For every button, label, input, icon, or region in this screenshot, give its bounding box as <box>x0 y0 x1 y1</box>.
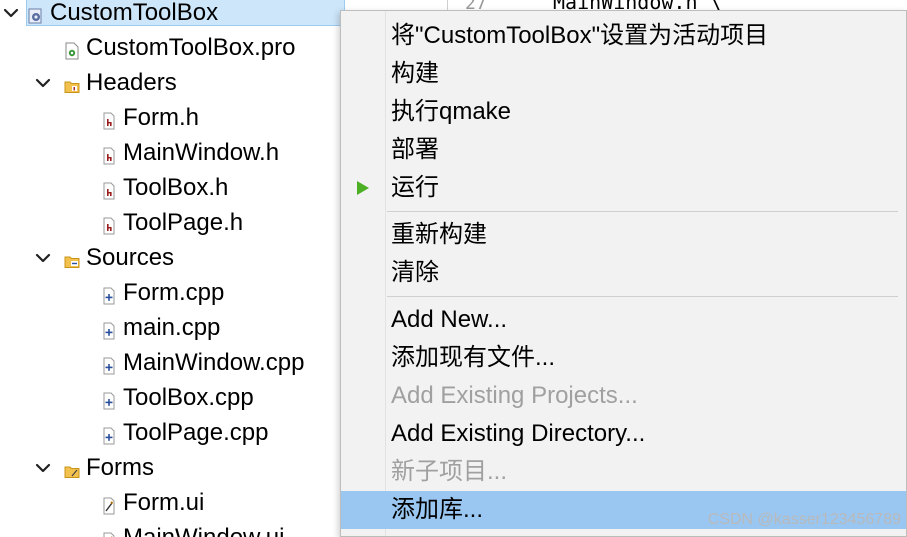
menu-item-label: 将"CustomToolBox"设置为活动项目 <box>391 22 769 49</box>
menu-item[interactable]: Add Existing Directory... <box>341 415 906 453</box>
context-menu: 将"CustomToolBox"设置为活动项目 构建执行qmake 部署运行重新构建… <box>340 10 907 537</box>
tree-item[interactable]: Sources <box>0 241 345 276</box>
chevron-down-icon[interactable] <box>32 457 54 479</box>
menu-item-label: 部署 <box>391 136 439 163</box>
menu-item: 新子项目... <box>341 453 906 491</box>
pro-file-icon <box>64 39 80 60</box>
tree-item[interactable]: MainWindow.ui <box>0 521 345 537</box>
tree-item[interactable]: MainWindow.cpp <box>0 346 345 381</box>
menu-item-label: Add New... <box>391 306 508 333</box>
tree-item[interactable]: main.cpp <box>0 311 345 346</box>
tree-item-label: MainWindow.h <box>123 139 280 166</box>
menu-item[interactable]: 添加现有文件... <box>341 339 906 377</box>
tree-item[interactable]: Form.cpp <box>0 276 345 311</box>
header-file-icon <box>101 144 117 165</box>
cpp-file-icon <box>101 354 117 375</box>
menu-item-label: 执行qmake <box>391 98 512 125</box>
tree-item-label: CustomToolBox.pro <box>86 34 296 61</box>
menu-item-label: 添加库... <box>391 496 484 523</box>
menu-item-label: 清除 <box>391 259 439 286</box>
sources-folder-icon <box>64 249 80 268</box>
tree-item[interactable]: CustomToolBox <box>0 0 345 31</box>
tree-item-label: Form.h <box>123 104 200 131</box>
tree-item[interactable]: MainWindow.h <box>0 136 345 171</box>
tree-item[interactable]: Form.ui <box>0 486 345 521</box>
menu-item[interactable]: Add New... <box>341 301 906 339</box>
menu-separator <box>387 211 898 212</box>
tree-item[interactable]: Form.h <box>0 101 345 136</box>
tree-item-label: ToolPage.h <box>123 209 244 236</box>
tree-item-label: CustomToolBox <box>50 0 219 26</box>
menu-item[interactable]: 运行 <box>341 169 906 207</box>
header-file-icon <box>101 214 117 235</box>
chevron-down-icon[interactable] <box>32 247 54 269</box>
menu-item[interactable]: 构建 <box>341 55 906 93</box>
project-icon <box>28 4 44 24</box>
tree-item-label: ToolBox.h <box>123 174 229 201</box>
chevron-down-icon[interactable] <box>32 72 54 94</box>
headers-folder-icon <box>64 74 80 93</box>
menu-item[interactable]: 执行qmake <box>341 93 906 131</box>
menu-item[interactable]: 将"CustomToolBox"设置为活动项目 <box>341 17 906 55</box>
tree-item-label: Form.cpp <box>123 279 225 306</box>
menu-item-label: 添加现有文件... <box>391 344 556 371</box>
tree-item[interactable]: ToolBox.cpp <box>0 381 345 416</box>
menu-item-label: 运行 <box>391 174 439 201</box>
cpp-file-icon <box>101 389 117 410</box>
ui-file-icon <box>101 494 117 515</box>
tree-item-label: ToolBox.cpp <box>123 384 254 411</box>
tree-item-label: main.cpp <box>123 314 221 341</box>
tree-item-label: MainWindow.cpp <box>123 349 305 376</box>
ui-file-icon <box>101 529 117 537</box>
cpp-file-icon <box>101 424 117 445</box>
tree-item-label: Headers <box>86 69 177 96</box>
tree-item[interactable]: CustomToolBox.pro <box>0 31 345 66</box>
tree-item-label: Form.ui <box>123 489 205 516</box>
menu-item-label: 构建 <box>391 60 439 87</box>
forms-folder-icon <box>64 459 80 478</box>
menu-item[interactable]: 部署 <box>341 131 906 169</box>
menu-item-label: 新子项目... <box>391 458 508 485</box>
tree-item[interactable]: ToolPage.cpp <box>0 416 345 451</box>
cpp-file-icon <box>101 284 117 305</box>
chevron-down-icon[interactable] <box>0 2 22 24</box>
tree-item-label: MainWindow.ui <box>123 522 284 537</box>
menu-item-label: Add Existing Directory... <box>391 420 646 447</box>
menu-item[interactable]: 重新构建 <box>341 216 906 254</box>
menu-item-label: 重新构建 <box>391 221 487 248</box>
cpp-file-icon <box>101 319 117 340</box>
menu-item[interactable]: 清除 <box>341 254 906 292</box>
menu-item: Add Existing Projects... <box>341 377 906 415</box>
header-file-icon <box>101 179 117 200</box>
tree-item-label: ToolPage.cpp <box>123 419 269 446</box>
header-file-icon <box>101 109 117 130</box>
project-tree[interactable]: CustomToolBox CustomToolBox.pro Headers For… <box>0 0 345 537</box>
watermark: CSDN @kasser123456789 <box>707 511 901 528</box>
tree-item-label: Sources <box>86 244 175 271</box>
tree-item-label: Forms <box>86 454 154 481</box>
tree-item[interactable]: ToolPage.h <box>0 206 345 241</box>
run-icon <box>357 181 369 195</box>
tree-item[interactable]: Forms <box>0 451 345 486</box>
tree-item[interactable]: ToolBox.h <box>0 171 345 206</box>
menu-separator <box>387 296 898 297</box>
menu-item-label: Add Existing Projects... <box>391 382 638 409</box>
tree-item[interactable]: Headers <box>0 66 345 101</box>
